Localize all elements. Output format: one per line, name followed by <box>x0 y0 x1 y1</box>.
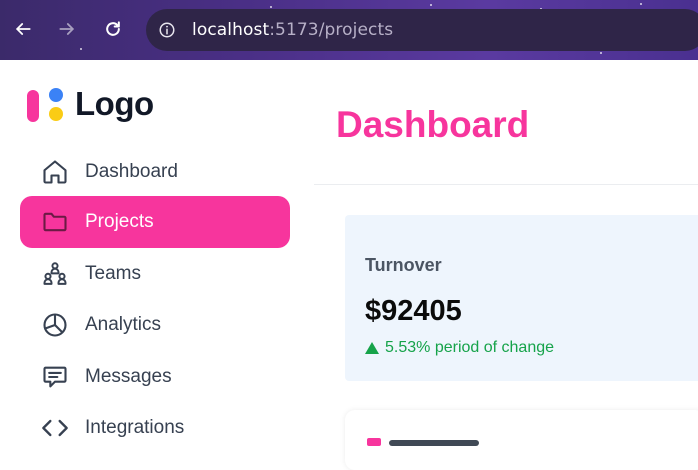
url-text[interactable]: localhost:5173/projects <box>192 20 393 40</box>
sidebar-item-label: Analytics <box>85 314 162 335</box>
sidebar-item-analytics[interactable]: Analytics <box>20 299 290 351</box>
teams-icon <box>40 259 70 289</box>
sidebar-item-integrations[interactable]: Integrations <box>20 402 290 454</box>
sidebar-item-dashboard[interactable]: Dashboard <box>20 146 290 198</box>
message-icon <box>40 362 70 392</box>
sidebar-item-projects[interactable]: Projects <box>20 196 290 248</box>
back-button[interactable] <box>10 14 36 44</box>
page-title: Dashboard <box>336 104 530 145</box>
reload-button[interactable] <box>100 14 126 44</box>
arrow-right-icon <box>59 23 74 35</box>
arrow-left-icon <box>16 23 31 35</box>
sidebar-item-label: Messages <box>85 366 172 387</box>
app-root: Logo Dashboard Projects Teams Analytics … <box>0 60 698 470</box>
logo[interactable]: Logo <box>27 84 154 124</box>
browser-toolbar: localhost:5173/projects <box>0 0 698 60</box>
turnover-label: Turnover <box>365 255 442 275</box>
logo-mark-icon <box>27 84 67 124</box>
sidebar-item-label: Teams <box>85 263 141 284</box>
code-icon <box>40 413 70 443</box>
secondary-card <box>345 410 698 470</box>
info-icon[interactable] <box>158 21 176 39</box>
reload-icon <box>106 21 120 36</box>
trend-up-icon <box>365 342 379 354</box>
sidebar-item-label: Dashboard <box>85 161 178 182</box>
sidebar-item-teams[interactable]: Teams <box>20 248 290 300</box>
card-header-icon <box>367 438 479 446</box>
home-icon <box>40 157 70 187</box>
logo-text: Logo <box>75 85 154 122</box>
forward-button[interactable] <box>54 14 80 44</box>
pie-chart-icon <box>40 310 70 340</box>
sidebar: Logo Dashboard Projects Teams Analytics … <box>0 60 314 444</box>
sidebar-item-label: Projects <box>85 211 154 232</box>
turnover-card: Turnover $92405 5.53% period of change <box>345 215 698 381</box>
folder-icon <box>40 207 70 237</box>
turnover-change-text: 5.53% period of change <box>385 339 555 356</box>
address-bar[interactable]: localhost:5173/projects <box>146 9 698 51</box>
turnover-value: $92405 <box>365 295 462 327</box>
sidebar-item-label: Integrations <box>85 417 185 438</box>
turnover-change: 5.53% period of change <box>365 339 554 357</box>
sidebar-item-messages[interactable]: Messages <box>20 351 290 403</box>
